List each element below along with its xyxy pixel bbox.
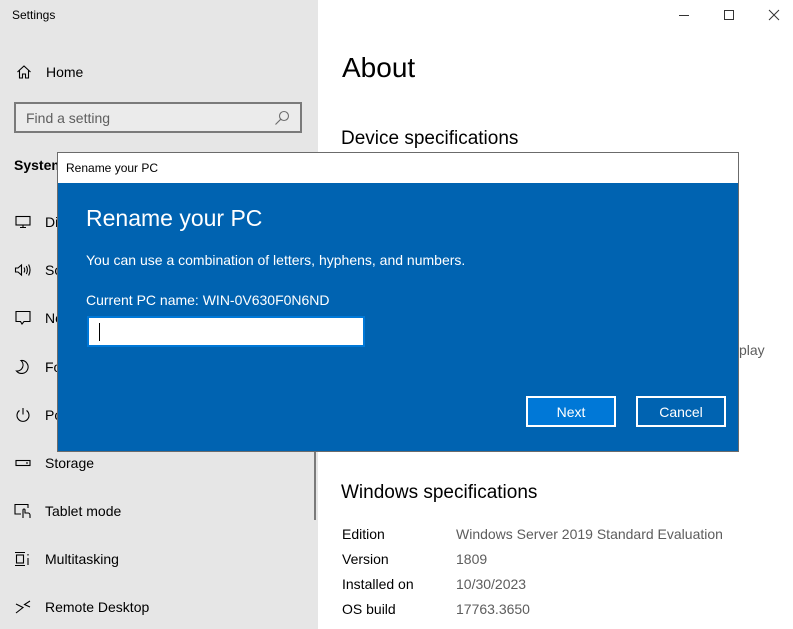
remote-desktop-icon xyxy=(14,598,32,616)
spec-row-edition: Edition Windows Server 2019 Standard Eva… xyxy=(342,526,723,542)
multitasking-icon xyxy=(14,550,32,568)
notification-icon xyxy=(14,309,32,327)
sidebar-home[interactable]: Home xyxy=(14,61,83,83)
speaker-icon xyxy=(14,261,32,279)
close-button[interactable] xyxy=(761,4,787,26)
new-pc-name-input[interactable] xyxy=(87,316,365,347)
minimize-button[interactable] xyxy=(671,4,697,26)
spec-row-version: Version 1809 xyxy=(342,551,488,567)
moon-icon xyxy=(14,358,32,376)
maximize-button[interactable] xyxy=(716,4,742,26)
monitor-icon xyxy=(14,213,32,231)
tablet-mode-icon xyxy=(14,502,32,520)
maximize-icon xyxy=(724,10,734,20)
sidebar-item-multitasking[interactable]: Multitasking xyxy=(14,548,119,570)
cancel-button[interactable]: Cancel xyxy=(636,396,726,427)
search-icon[interactable] xyxy=(274,110,290,126)
close-icon xyxy=(768,9,780,21)
sidebar-item-remote-desktop[interactable]: Remote Desktop xyxy=(14,596,149,618)
power-icon xyxy=(14,406,32,424)
home-icon xyxy=(14,63,34,81)
spec-row-installed-on: Installed on 10/30/2023 xyxy=(342,576,527,592)
next-button[interactable]: Next xyxy=(526,396,616,427)
home-label: Home xyxy=(46,64,84,80)
search-placeholder: Find a setting xyxy=(26,109,111,126)
text-caret xyxy=(99,323,100,341)
sidebar-scrollbar[interactable] xyxy=(314,452,316,520)
app-title: Settings xyxy=(12,8,56,22)
storage-icon xyxy=(14,454,32,472)
dialog-heading: Rename your PC xyxy=(86,205,263,231)
spec-row-os-build: OS build 17763.3650 xyxy=(342,601,530,617)
sidebar-item-storage[interactable]: Storage xyxy=(14,452,94,474)
dialog-titlebar[interactable]: Rename your PC xyxy=(58,153,738,183)
minimize-icon xyxy=(679,15,689,16)
windows-specifications-heading: Windows specifications xyxy=(341,482,538,503)
dialog-description: You can use a combination of letters, hy… xyxy=(86,252,466,268)
search-input[interactable]: Find a setting xyxy=(14,102,302,133)
dialog-window-title: Rename your PC xyxy=(66,161,159,175)
sidebar-item-tablet-mode[interactable]: Tablet mode xyxy=(14,500,121,522)
device-specifications-heading: Device specifications xyxy=(341,128,519,149)
current-pc-name: Current PC name: WIN-0V630F0N6ND xyxy=(86,292,330,308)
rename-pc-dialog: Rename your PC Rename your PC You can us… xyxy=(57,152,739,452)
partially-hidden-text: play xyxy=(739,342,765,358)
page-title: About xyxy=(342,52,416,83)
